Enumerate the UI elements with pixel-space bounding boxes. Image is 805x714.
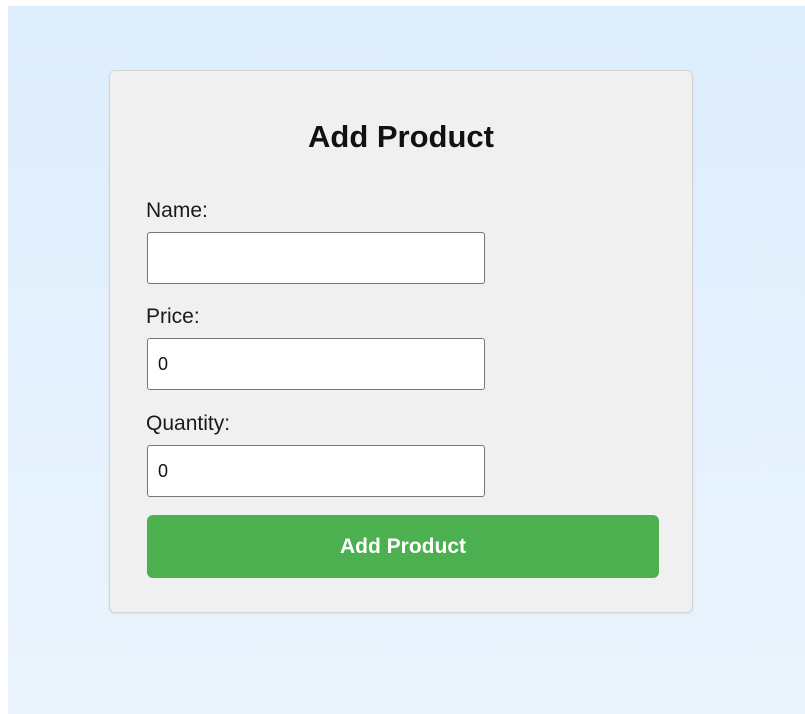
quantity-input[interactable] xyxy=(147,445,485,497)
form-title: Add Product xyxy=(308,119,494,154)
price-label: Price: xyxy=(146,305,200,328)
add-product-button[interactable]: Add Product xyxy=(147,515,659,578)
add-product-form: Add Product Name: Price: Quantity: Add P… xyxy=(109,70,693,613)
name-label: Name: xyxy=(146,199,208,222)
name-input[interactable] xyxy=(147,232,485,284)
page-background: Add Product Name: Price: Quantity: Add P… xyxy=(8,6,805,714)
quantity-label: Quantity: xyxy=(146,412,231,435)
price-input[interactable] xyxy=(147,338,485,390)
